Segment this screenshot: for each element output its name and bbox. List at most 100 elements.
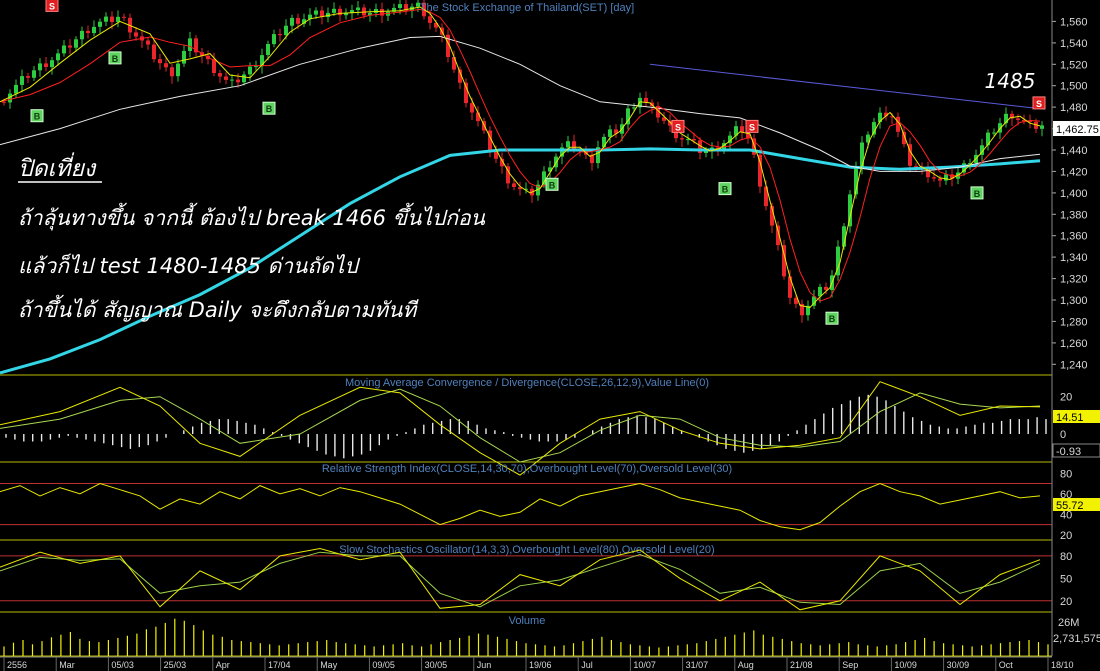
price-tick-label: 1,300 [1060,295,1088,307]
candle-body [20,76,24,85]
candle-body [314,10,318,15]
stoch-title: Slow Stochastics Oscillator(14,3,3),Over… [339,544,714,556]
price-tick-label: 1,480 [1060,102,1088,114]
candle-body [398,4,402,8]
price-tick-label: 1,320 [1060,274,1088,286]
candle-body [32,70,36,78]
signal-label: S [1036,99,1042,109]
price-tick-label: 1,260 [1060,338,1088,350]
candle-body [566,141,570,148]
candle-body [14,84,18,94]
candle-body [278,34,282,36]
candle-body [932,177,936,179]
date-tick-label: 31/07 [686,660,709,670]
price-tick-label: 1,500 [1060,81,1088,93]
candle-body [1040,125,1044,129]
candle-body [242,74,246,83]
date-tick-label: Jul [581,660,593,670]
date-tick-label: 25/03 [164,660,187,670]
candle-body [704,151,708,153]
price-last-value: 1,462.75 [1056,124,1099,136]
date-tick-label: 10/07 [633,660,656,670]
candle-body [758,154,762,187]
macd-tick-label: 0 [1060,429,1066,441]
candle-body [92,26,96,34]
candle-body [164,63,168,68]
candle-body [44,63,48,67]
date-tick-label: Jun [477,660,492,670]
candle-body [332,8,336,13]
macd-title: Moving Average Convergence / Divergence(… [345,377,709,389]
candle-body [356,7,360,11]
annotation-line-2: แล้วก็ไป test 1480-1485 ด่านถัดไป [18,253,360,278]
price-tick-label: 1,540 [1060,38,1088,50]
candle-body [86,30,90,33]
candle-body [170,67,174,77]
date-tick-label: Mar [59,660,75,670]
date-tick-label: 2556 [7,660,27,670]
date-tick-label: 30/09 [947,660,970,670]
candle-body [224,76,228,80]
date-tick-label: 09/05 [372,660,395,670]
stoch-tick-label: 50 [1060,573,1072,585]
candle-body [116,16,120,22]
candle-body [38,63,42,71]
candle-body [266,44,270,55]
signal-label: B [34,112,41,122]
candle-body [914,165,918,167]
candle-body [218,73,222,77]
candle-body [176,63,180,77]
candle-body [56,53,60,61]
date-tick-label: 10/09 [894,660,917,670]
candle-body [80,30,84,40]
candle-body [608,129,612,137]
stoch-tick-label: 20 [1060,596,1072,608]
price-tick-label: 1,400 [1060,188,1088,200]
candle-body [290,17,294,26]
candle-body [1016,118,1020,120]
candle-body [248,66,252,75]
macd-last-value: 14.51 [1056,412,1084,424]
candle-body [512,183,516,187]
price-tick-label: 1,240 [1060,359,1088,371]
date-tick-label: Aug [738,660,754,670]
annotation-heading: ปิดเที่ยง [18,152,97,182]
candle-body [452,57,456,70]
candle-body [50,60,54,68]
date-tick-label: May [320,660,338,670]
stoch-tick-label: 80 [1060,551,1072,563]
candle-body [158,59,162,64]
candle-body [62,45,66,54]
candle-body [284,25,288,36]
candle-body [152,44,156,60]
resistance-label: 1485 [985,69,1036,93]
candle-body [110,16,114,22]
date-tick-label: 05/03 [111,660,134,670]
candle-body [188,38,192,51]
candle-body [272,34,276,45]
candle-body [230,79,234,81]
candle-body [2,101,6,103]
set-index-chart: S B B B B S B S B B S The Stock Exchange of Thaila… [0,0,1100,671]
price-tick-label: 1,440 [1060,145,1088,157]
price-tick-label: 1,520 [1060,59,1088,71]
candle-body [68,45,72,48]
candle-body [860,142,864,167]
date-tick-label: Oct [999,660,1014,670]
rsi-title: Relative Strength Index(CLOSE,14,30,70),… [322,463,732,475]
price-tick-label: 1,360 [1060,231,1088,243]
date-tick-label: 18/10 [1051,660,1074,670]
candle-body [74,39,78,48]
macd-signal-value: -0.93 [1056,446,1081,458]
volume-axis-tick: 26M [1058,617,1079,629]
candle-body [146,40,150,45]
candle-body [374,9,378,13]
date-tick-label: Sep [842,660,858,670]
rsi-tick-label: 20 [1060,530,1072,542]
chart-title: The Stock Exchange of Thailand(SET) [day… [420,2,634,14]
candle-body [362,7,366,16]
candle-body [122,16,126,18]
signal-label: B [112,54,119,64]
date-tick-label: 17/04 [268,660,291,670]
signal-label: S [49,1,55,11]
